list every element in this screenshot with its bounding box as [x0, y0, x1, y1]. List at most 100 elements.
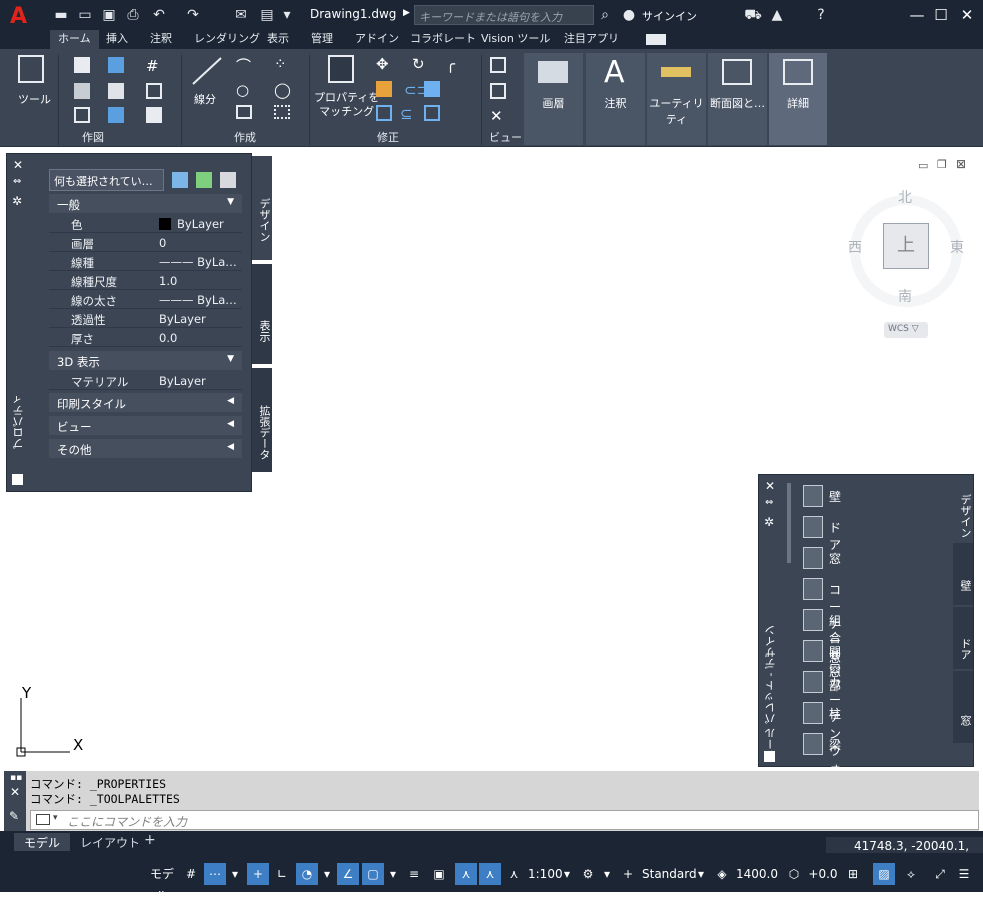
transparency-icon[interactable]: ▣ — [428, 863, 450, 885]
detail-button[interactable]: 詳細 — [769, 53, 827, 145]
tab-addins[interactable]: アドイン — [353, 30, 401, 49]
lineweight-icon[interactable]: ≡ — [403, 863, 425, 885]
tab-home[interactable]: ホーム — [50, 30, 99, 49]
prop-value[interactable]: ——— ByLa… — [159, 293, 239, 309]
modify-panel-title[interactable]: 修正 — [377, 129, 399, 145]
tab-doors[interactable]: ドア — [953, 607, 973, 669]
close-icon[interactable]: ✕ — [10, 785, 20, 799]
polar-tracking-icon[interactable]: ◔ — [296, 863, 318, 885]
model-space-button[interactable]: モデル — [145, 863, 179, 903]
scale-value[interactable]: 1:100 — [528, 863, 563, 885]
new-file-icon[interactable]: ▬ — [52, 6, 70, 24]
plus-icon[interactable]: + — [618, 863, 638, 885]
category-3d-display[interactable]: 3D 表示 ▼ — [49, 351, 242, 370]
grip-icon[interactable]: ▪▪ — [10, 773, 22, 783]
property-row-layer[interactable]: 画層 0 — [49, 233, 242, 252]
property-row-linetype[interactable]: 線種 ——— ByLa… — [49, 252, 242, 271]
property-row-linetype-scale[interactable]: 線種尺度 1.0 — [49, 271, 242, 290]
wcs-menu[interactable]: WCS ▽ — [884, 322, 928, 338]
customization-menu-icon[interactable]: ☰ — [954, 863, 974, 885]
table-icon[interactable] — [74, 107, 90, 123]
compass-west[interactable]: 西 — [848, 237, 862, 257]
tab-design[interactable]: デザイン — [252, 156, 272, 260]
spline-icon[interactable] — [274, 105, 290, 119]
tab-windows[interactable]: 窓 — [953, 671, 973, 743]
layer-button[interactable]: 画層 — [524, 53, 583, 145]
chevron-down-icon[interactable]: ▾ — [228, 863, 242, 885]
minimize-icon[interactable]: — — [906, 5, 928, 25]
print-icon[interactable]: ⎙ — [124, 6, 142, 24]
autohide-icon[interactable]: ⇔ — [765, 497, 773, 508]
selection-dropdown[interactable]: 何も選択されてい… — [49, 169, 164, 191]
tab-annotate[interactable]: 注釈 — [148, 30, 174, 49]
annotation-button[interactable]: A 注釈 — [586, 53, 645, 145]
surface-hatch-icon[interactable]: ⊞ — [843, 863, 863, 885]
close-icon[interactable]: ✕ — [765, 479, 775, 493]
erase-icon[interactable] — [376, 81, 392, 97]
tool-palette-titlebar[interactable]: ✕ ⇔ ✲ ツール パレット - デザイン — [759, 475, 781, 766]
property-row-transparency[interactable]: 透過性 ByLayer — [49, 309, 242, 328]
tab-design[interactable]: デザイン — [953, 477, 973, 541]
autohide-icon[interactable]: ⇔ — [13, 176, 21, 187]
array-icon[interactable] — [424, 105, 440, 121]
palette-icon[interactable] — [12, 474, 23, 485]
palette-icon[interactable] — [764, 751, 775, 762]
ribbon-minimize-icon[interactable] — [646, 34, 666, 45]
category-misc[interactable]: その他 ◀ — [49, 439, 242, 458]
toggle-pickadd-icon[interactable] — [172, 172, 188, 188]
prop-value[interactable]: 0.0 — [159, 331, 239, 347]
add-layout-button[interactable]: + — [144, 832, 156, 848]
ortho-icon[interactable]: ∟ — [271, 863, 293, 885]
tab-manage[interactable]: 管理 — [309, 30, 335, 49]
tab-featured-apps[interactable]: 注目アプリ — [562, 30, 621, 49]
undo-icon[interactable]: ↶ — [150, 6, 168, 24]
display-style[interactable]: Standard — [642, 863, 697, 885]
tab-view[interactable]: 表示 — [265, 30, 291, 49]
chevron-down-icon[interactable]: ▾ — [386, 863, 400, 885]
tab-layout[interactable]: レイアウト — [74, 833, 146, 851]
property-row-thickness[interactable]: 厚さ 0.0 — [49, 328, 242, 347]
viewport-close-icon[interactable]: ⊠ — [956, 157, 966, 171]
help-icon[interactable]: ? — [812, 6, 830, 24]
tab-display[interactable]: 表示 — [252, 264, 272, 364]
boundary-icon[interactable] — [108, 57, 124, 73]
autodesk-a360-icon[interactable]: ▲ — [768, 6, 786, 24]
prop-value[interactable]: 0 — [159, 236, 239, 252]
tool-label[interactable]: ツール — [18, 91, 51, 107]
polyline-icon[interactable]: ⁘ — [274, 55, 287, 73]
circle-icon[interactable]: ○ — [236, 81, 249, 99]
settings-icon[interactable]: ✲ — [12, 194, 22, 208]
property-row-lineweight[interactable]: 線の太さ ——— ByLa… — [49, 290, 242, 309]
cylinder-icon[interactable] — [108, 83, 124, 99]
customize-dropdown-icon[interactable]: ▾ — [278, 6, 296, 24]
signin-button[interactable]: サインイン — [642, 8, 697, 24]
search-input[interactable]: キーワードまたは語句を入力 — [414, 5, 594, 25]
annotation-visibility-icon[interactable]: ⋏ — [455, 863, 477, 885]
prop-value[interactable]: ByLayer — [159, 217, 239, 233]
compass-north[interactable]: 北 — [898, 187, 912, 207]
property-row-color[interactable]: 色 ByLayer — [49, 214, 242, 233]
auto-scale-icon[interactable]: ⋏ — [479, 863, 501, 885]
chevron-down-icon[interactable]: ▾ — [320, 863, 334, 885]
arc-icon[interactable]: ⌒ — [236, 55, 251, 76]
close-icon[interactable]: ✕ — [956, 5, 978, 25]
cart-icon[interactable]: ⛟ — [744, 6, 762, 24]
view-cube[interactable]: 北 南 東 西 上 WCS ▽ — [838, 185, 974, 345]
region-icon[interactable] — [146, 83, 162, 99]
gradient-icon[interactable] — [108, 107, 124, 123]
line-icon[interactable] — [190, 55, 224, 87]
category-view[interactable]: ビュー ◀ — [49, 416, 242, 435]
settings-icon[interactable]: ✲ — [764, 515, 774, 529]
prop-value[interactable]: ByLayer — [159, 374, 239, 390]
box-icon[interactable] — [74, 57, 90, 73]
utility-button[interactable]: ユーティリティ — [647, 53, 706, 145]
section-button[interactable]: 断面図と… — [708, 53, 767, 145]
infer-constraints-icon[interactable]: + — [247, 863, 269, 885]
tool-grid-icon[interactable] — [18, 55, 44, 83]
move-icon[interactable]: ✥ — [376, 55, 389, 73]
save-icon[interactable]: ▣ — [100, 6, 118, 24]
quick-select-icon[interactable] — [220, 172, 236, 188]
app-logo-icon[interactable]: A — [10, 4, 36, 29]
visual-style-icon[interactable] — [490, 83, 506, 99]
cut-plane-icon[interactable]: ⬡ — [784, 863, 804, 885]
